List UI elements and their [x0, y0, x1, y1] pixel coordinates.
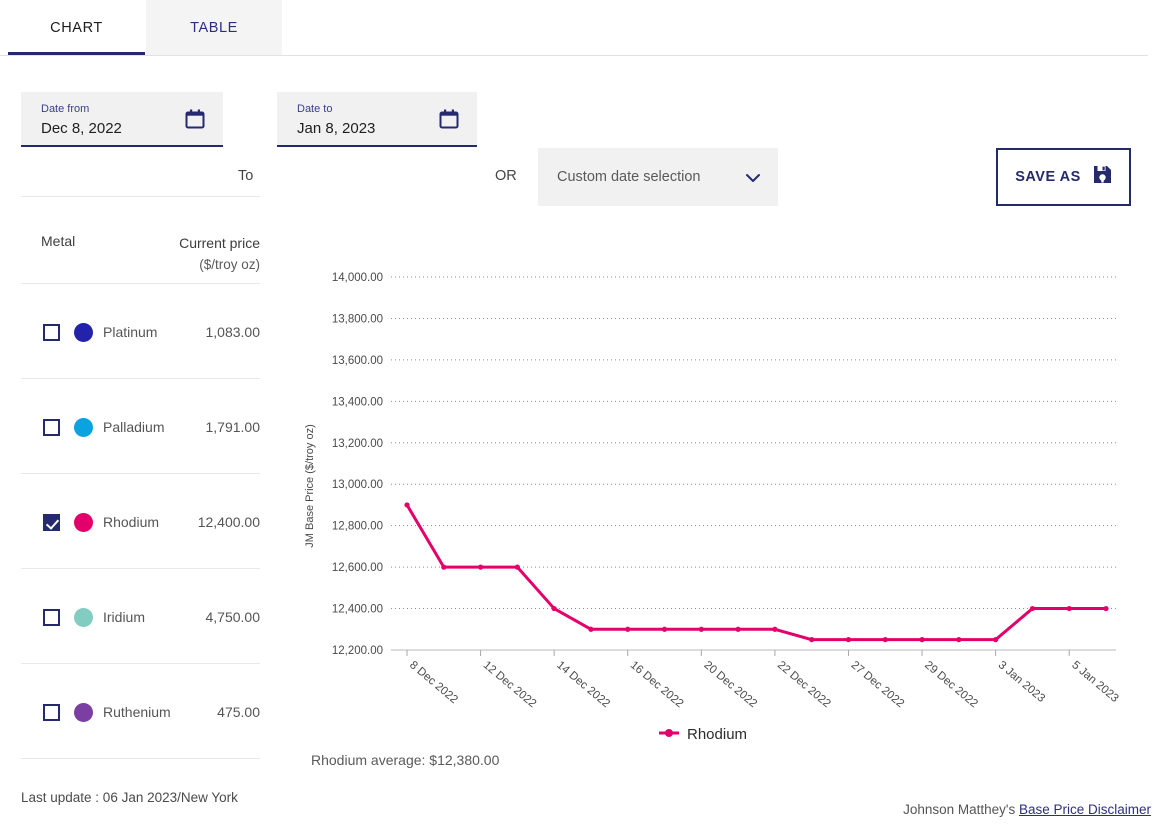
or-separator: OR	[495, 168, 517, 184]
base-price-app: CHART TABLE Date from Dec 8, 2022 To Dat…	[0, 0, 1172, 829]
svg-text:16 Dec 2022: 16 Dec 2022	[628, 659, 686, 710]
table-row[interactable]: Palladium 1,791.00	[0, 379, 281, 473]
metal-checkbox-ruthenium[interactable]	[43, 704, 60, 721]
metal-price: 1,083.00	[205, 324, 261, 340]
divider	[21, 758, 260, 759]
metal-price: 4,750.00	[205, 609, 261, 625]
average-text: Rhodium average: $12,380.00	[311, 752, 500, 768]
metal-name: Iridium	[103, 609, 146, 625]
metal-name: Ruthenium	[103, 704, 171, 720]
date-from-value: Dec 8, 2022	[41, 120, 122, 137]
svg-text:8 Dec 2022: 8 Dec 2022	[407, 659, 460, 706]
table-row[interactable]: Rhodium 12,400.00	[0, 474, 281, 568]
base-price-disclaimer-link[interactable]: Base Price Disclaimer	[1019, 802, 1151, 817]
svg-text:14,000.00: 14,000.00	[332, 272, 383, 284]
svg-text:Rhodium: Rhodium	[687, 726, 747, 743]
svg-text:3 Jan 2023: 3 Jan 2023	[996, 659, 1047, 705]
date-from-label: Date from	[41, 103, 90, 115]
metal-color-dot	[74, 418, 93, 437]
column-header-price-unit: ($/troy oz)	[199, 257, 260, 272]
filter-bar: Date from Dec 8, 2022 To Date to Jan 8, …	[0, 56, 1172, 206]
save-as-label: SAVE AS	[1015, 169, 1081, 185]
tab-table[interactable]: TABLE	[146, 0, 282, 55]
column-header-metal: Metal	[41, 233, 76, 249]
calendar-icon[interactable]	[185, 109, 205, 129]
column-header-price-main: Current price	[179, 235, 260, 251]
svg-text:20 Dec 2022: 20 Dec 2022	[701, 659, 759, 710]
metal-name: Palladium	[103, 419, 165, 435]
metal-checkbox-platinum[interactable]	[43, 324, 60, 341]
metal-price: 475.00	[217, 704, 260, 720]
metal-checkbox-rhodium[interactable]	[43, 514, 60, 531]
svg-text:12 Dec 2022: 12 Dec 2022	[481, 659, 539, 710]
date-to-field[interactable]: Date to Jan 8, 2023	[277, 92, 477, 147]
metals-table-header: Metal Current price ($/troy oz)	[0, 197, 281, 283]
svg-text:13,400.00: 13,400.00	[332, 396, 383, 408]
table-row[interactable]: Iridium 4,750.00	[0, 569, 281, 663]
svg-text:13,200.00: 13,200.00	[332, 438, 383, 450]
metal-checkbox-palladium[interactable]	[43, 419, 60, 436]
date-from-field[interactable]: Date from Dec 8, 2022	[21, 92, 223, 147]
to-separator: To	[238, 168, 254, 184]
metal-color-dot	[74, 703, 93, 722]
table-row[interactable]: Ruthenium 475.00	[0, 664, 281, 758]
chevron-down-icon	[744, 169, 762, 187]
svg-text:12,200.00: 12,200.00	[332, 645, 383, 657]
tab-chart[interactable]: CHART	[8, 0, 145, 55]
svg-text:22 Dec 2022: 22 Dec 2022	[775, 659, 833, 710]
column-header-price: Current price ($/troy oz)	[100, 233, 260, 275]
metal-checkbox-iridium[interactable]	[43, 609, 60, 626]
price-chart: 14,000.00 13,800.00 13,600.00 13,400.00 13,2…	[281, 196, 1172, 796]
date-to-value: Jan 8, 2023	[297, 120, 376, 137]
tab-chart-label: CHART	[50, 19, 103, 36]
metal-price: 12,400.00	[197, 514, 260, 530]
svg-text:27 Dec 2022: 27 Dec 2022	[849, 659, 907, 710]
footer-prefix: Johnson Matthey's	[903, 802, 1019, 817]
save-disk-icon	[1093, 165, 1112, 189]
chart-svg: 14,000.00 13,800.00 13,600.00 13,400.00 13,2…	[304, 272, 1121, 743]
metal-color-dot	[74, 513, 93, 532]
svg-text:JM Base Price ($/troy oz): JM Base Price ($/troy oz)	[304, 424, 316, 547]
calendar-icon[interactable]	[439, 109, 459, 129]
svg-text:29 Dec 2022: 29 Dec 2022	[922, 659, 980, 710]
svg-text:13,000.00: 13,000.00	[332, 479, 383, 491]
metal-price: 1,791.00	[205, 419, 261, 435]
svg-text:13,800.00: 13,800.00	[332, 313, 383, 325]
metals-table: Metal Current price ($/troy oz) Platinum…	[0, 196, 281, 759]
svg-text:12,400.00: 12,400.00	[332, 604, 383, 616]
custom-date-selection-label: Custom date selection	[557, 169, 701, 185]
tab-bar: CHART TABLE	[0, 0, 1148, 56]
date-to-label: Date to	[297, 103, 333, 115]
footer-disclaimer: Johnson Matthey's Base Price Disclaimer	[903, 802, 1151, 817]
tab-table-label: TABLE	[190, 19, 238, 36]
metal-color-dot	[74, 608, 93, 627]
svg-text:5 Jan 2023: 5 Jan 2023	[1069, 659, 1120, 705]
metal-name: Platinum	[103, 324, 158, 340]
last-update-text: Last update : 06 Jan 2023/New York	[21, 790, 238, 805]
svg-text:14 Dec 2022: 14 Dec 2022	[554, 659, 612, 710]
svg-text:13,600.00: 13,600.00	[332, 355, 383, 367]
metal-color-dot	[74, 323, 93, 342]
svg-text:12,800.00: 12,800.00	[332, 521, 383, 533]
metal-name: Rhodium	[103, 514, 160, 530]
svg-text:12,600.00: 12,600.00	[332, 562, 383, 574]
table-row[interactable]: Platinum 1,083.00	[0, 284, 281, 378]
